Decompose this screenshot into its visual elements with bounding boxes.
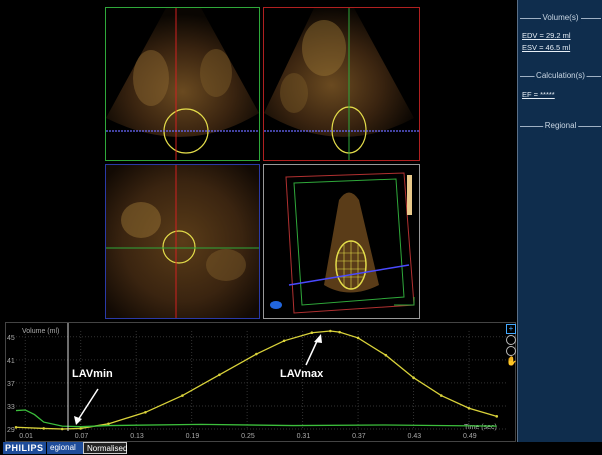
- series-point: [60, 427, 64, 431]
- series-point: [439, 394, 443, 397]
- x-tick-label: 0.01: [19, 433, 33, 440]
- short-axis-view-blue-image: [106, 165, 259, 318]
- volumes-header: Volume(s): [518, 12, 602, 24]
- lavmin-arrow-head: [74, 416, 82, 425]
- series-point: [384, 353, 388, 357]
- y-tick-label: 37: [7, 381, 15, 388]
- apical-view-red[interactable]: [263, 7, 420, 161]
- series-point: [218, 373, 221, 377]
- ef-value[interactable]: EF = *****: [522, 90, 555, 99]
- series-point: [495, 415, 499, 418]
- measurements-panel: Volume(s) EDV = 29.2 ml ESV = 46.5 ml Ca…: [517, 0, 602, 455]
- 3d-render-image: [270, 172, 415, 314]
- lavmin-arrow: [77, 388, 99, 421]
- lavmax-arrow-head: [314, 334, 322, 343]
- x-tick-label: 0.13: [130, 433, 144, 440]
- series-point: [144, 410, 147, 414]
- series-point: [282, 339, 286, 343]
- zoom-in-icon[interactable]: [506, 335, 516, 345]
- x-tick-label: 0.49: [463, 433, 477, 440]
- tab-normalised[interactable]: Normalised: [83, 442, 127, 454]
- series-point: [255, 352, 258, 356]
- x-tick-label: 0.37: [352, 433, 366, 440]
- apical-view-green[interactable]: [105, 7, 260, 161]
- x-tick-label: 0.19: [186, 433, 200, 440]
- volumes-header-label: Volume(s): [540, 12, 581, 24]
- apical-view-green-image: [106, 8, 259, 160]
- series-point: [42, 427, 46, 430]
- y-axis-label: Volume (ml): [22, 328, 59, 335]
- lavmax-label: LAVmax: [280, 368, 324, 380]
- x-tick-labels: 0.01 0.07 0.13 0.19 0.25 0.31 0.37 0.43 0.49: [19, 433, 477, 440]
- tab-regional[interactable]: egional: [47, 442, 83, 454]
- series-line-1: [15, 409, 497, 428]
- lavmax-arrow: [305, 338, 319, 366]
- y-tick-label: 41: [7, 358, 15, 365]
- series-point: [412, 376, 415, 379]
- short-axis-view-blue[interactable]: [105, 164, 260, 319]
- apical-view-red-image: [264, 8, 419, 160]
- series-point: [79, 427, 83, 430]
- volume-chart: 4541373329 0.01 0.07 0.13 0.19 0.25 0.31 0.37 0…: [7, 323, 506, 440]
- x-tick-label: 0.07: [75, 433, 89, 440]
- x-tick-label: 0.25: [241, 433, 255, 440]
- series-point: [329, 329, 332, 333]
- series-point: [467, 406, 471, 410]
- 3d-render-view[interactable]: [263, 164, 420, 319]
- plus-icon[interactable]: +: [506, 324, 516, 334]
- y-tick-label: 33: [7, 404, 15, 411]
- philips-logo: PHILIPS: [3, 442, 46, 454]
- esv-value[interactable]: ESV = 46.5 ml: [522, 43, 570, 52]
- x-tick-label: 0.31: [297, 433, 311, 440]
- regional-header: Regional: [518, 120, 602, 132]
- x-tick-label: 0.43: [408, 433, 422, 440]
- series-line-0: [15, 330, 497, 430]
- hand-icon[interactable]: ✋: [506, 357, 517, 366]
- series-point: [310, 331, 314, 335]
- x-axis-label: Time (sec): [464, 424, 497, 431]
- chart-grid: [16, 331, 506, 430]
- series-point: [338, 330, 341, 334]
- orientation-icon: [270, 301, 282, 309]
- y-tick-label: 29: [7, 427, 15, 434]
- axis-indicator-icon: [394, 297, 415, 306]
- calculations-header-label: Calculation(s): [534, 70, 587, 82]
- series-point: [14, 425, 18, 429]
- series-point: [181, 394, 184, 397]
- regional-header-label: Regional: [542, 120, 579, 132]
- volume-time-graph[interactable]: 45 41 37 33 29 0.01 0.07 0.13 0.19 0.25 0.31 0.37 0…: [5, 322, 516, 442]
- series-point: [356, 336, 360, 340]
- lavmin-label: LAVmin: [72, 368, 113, 380]
- chart-series: [14, 329, 499, 431]
- edv-value[interactable]: EDV = 29.2 ml: [522, 31, 571, 40]
- y-tick-labels: 45 41 37 33 29: [7, 335, 15, 434]
- calculations-header: Calculation(s): [518, 70, 602, 82]
- y-tick-label: 45: [7, 335, 15, 342]
- series-point: [107, 422, 110, 426]
- zoom-out-icon[interactable]: [506, 346, 516, 356]
